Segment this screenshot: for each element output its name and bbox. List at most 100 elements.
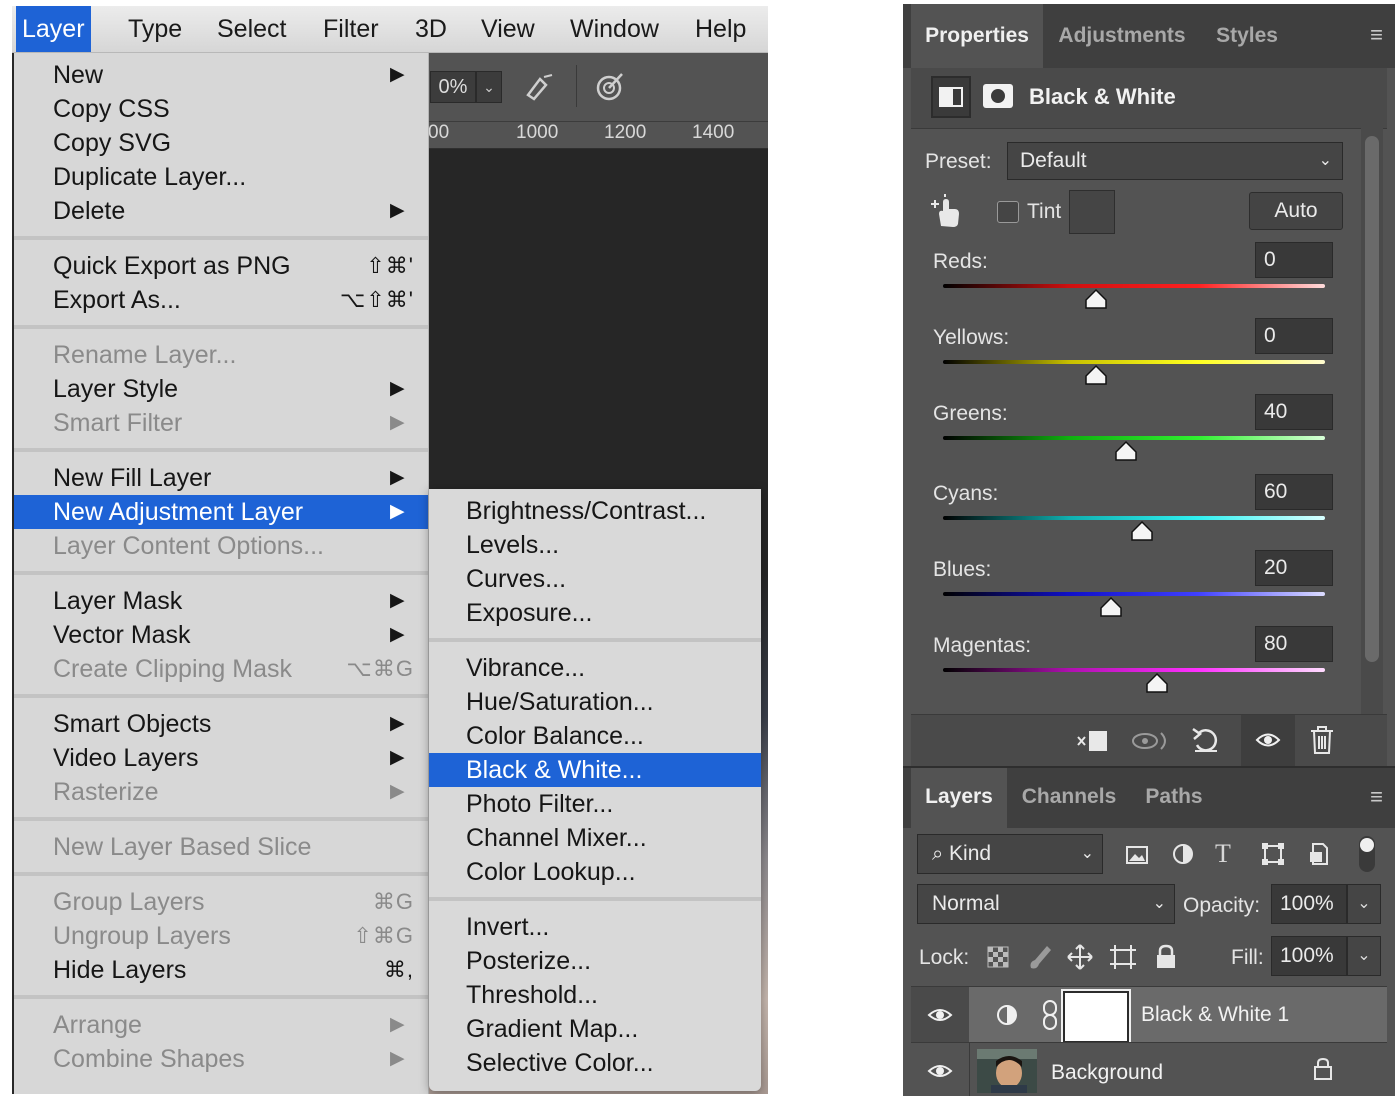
submenu-item-threshold[interactable]: Threshold... [429, 978, 761, 1012]
kind-filter-select[interactable]: ⌕ Kind ⌄ [917, 834, 1103, 874]
menu-item-quick-export-as-png[interactable]: Quick Export as PNG ⇧⌘' [14, 249, 428, 283]
tab-channels[interactable]: Channels [1009, 768, 1129, 828]
slider-track-yellows[interactable] [943, 360, 1325, 364]
clip-to-layer-icon[interactable] [1075, 727, 1111, 755]
menu-item-vector-mask[interactable]: Vector Mask ▶ [14, 618, 428, 652]
tab-layers[interactable]: Layers [911, 768, 1007, 828]
filter-toggle[interactable] [1359, 836, 1375, 872]
fill-field[interactable]: 100% [1271, 936, 1347, 976]
menu-item-copy-svg[interactable]: Copy SVG [14, 126, 428, 160]
tint-checkbox[interactable] [997, 201, 1019, 223]
lock-artboard-icon[interactable] [1109, 944, 1137, 970]
menu-item-delete[interactable]: Delete ▶ [14, 194, 428, 228]
targeted-adjustment-hand-icon[interactable] [931, 194, 965, 230]
menubar-window[interactable]: Window [564, 6, 665, 52]
submenu-item-vibrance[interactable]: Vibrance... [429, 651, 761, 685]
menu-item-smart-objects[interactable]: Smart Objects ▶ [14, 707, 428, 741]
slider-value-reds[interactable]: 0 [1255, 242, 1333, 278]
airbrush-icon[interactable] [522, 71, 556, 101]
slider-thumb-cyans[interactable] [1130, 520, 1154, 542]
menubar-3d[interactable]: 3D [409, 6, 453, 52]
slider-value-yellows[interactable]: 0 [1255, 318, 1333, 354]
submenu-item-gradient-map[interactable]: Gradient Map... [429, 1012, 761, 1046]
menu-item-video-layers[interactable]: Video Layers ▶ [14, 741, 428, 775]
submenu-item-curves[interactable]: Curves... [429, 562, 761, 596]
slider-value-magentas[interactable]: 80 [1255, 626, 1333, 662]
layer-name[interactable]: Black & White 1 [1141, 1003, 1289, 1027]
reset-icon[interactable] [1191, 725, 1221, 755]
opacity-dropdown-icon[interactable]: ⌄ [1347, 884, 1381, 924]
view-previous-state-icon[interactable] [1131, 727, 1171, 755]
panel-menu-icon[interactable]: ≡ [1370, 22, 1383, 48]
preset-select[interactable]: Default ⌄ [1007, 142, 1343, 180]
menubar-filter[interactable]: Filter [317, 6, 385, 52]
zoom-dropdown-icon[interactable]: ⌄ [476, 71, 502, 103]
layer-name[interactable]: Background [1051, 1061, 1163, 1085]
pressure-icon[interactable] [594, 69, 628, 103]
properties-scrollbar[interactable] [1361, 128, 1383, 716]
slider-thumb-greens[interactable] [1114, 440, 1138, 462]
blend-mode-select[interactable]: Normal ⌄ [917, 884, 1175, 924]
submenu-item-black-white[interactable]: Black & White... [429, 753, 761, 787]
submenu-item-color-balance[interactable]: Color Balance... [429, 719, 761, 753]
lock-image-pixels-icon[interactable] [1027, 944, 1053, 970]
menu-item-new[interactable]: New ▶ [14, 58, 428, 92]
menu-item-hide-layers[interactable]: Hide Layers ⌘, [14, 953, 428, 987]
shape-layer-filter-icon[interactable] [1261, 842, 1285, 866]
submenu-item-hue-saturation[interactable]: Hue/Saturation... [429, 685, 761, 719]
layers-panel-menu-icon[interactable]: ≡ [1370, 784, 1383, 810]
tab-styles[interactable]: Styles [1201, 4, 1293, 68]
submenu-item-invert[interactable]: Invert... [429, 910, 761, 944]
menu-item-copy-css[interactable]: Copy CSS [14, 92, 428, 126]
menu-item-layer-mask[interactable]: Layer Mask ▶ [14, 584, 428, 618]
submenu-item-levels[interactable]: Levels... [429, 528, 761, 562]
slider-track-magentas[interactable] [943, 668, 1325, 672]
menubar-type[interactable]: Type [122, 6, 188, 52]
adjustment-layer-icon[interactable] [931, 76, 971, 118]
mask-icon[interactable] [983, 84, 1013, 108]
lock-transparent-pixels-icon[interactable] [987, 946, 1009, 968]
submenu-item-exposure[interactable]: Exposure... [429, 596, 761, 630]
slider-value-blues[interactable]: 20 [1255, 550, 1333, 586]
slider-thumb-yellows[interactable] [1084, 364, 1108, 386]
menubar-select[interactable]: Select [211, 6, 292, 52]
background-thumbnail[interactable] [977, 1049, 1037, 1093]
link-icon[interactable] [1041, 999, 1059, 1031]
smart-object-filter-icon[interactable] [1307, 842, 1331, 866]
slider-track-reds[interactable] [943, 284, 1325, 288]
zoom-field[interactable]: 0% [430, 71, 476, 103]
submenu-item-posterize[interactable]: Posterize... [429, 944, 761, 978]
submenu-item-brightness-contrast[interactable]: Brightness/Contrast... [429, 494, 761, 528]
slider-thumb-blues[interactable] [1099, 596, 1123, 618]
auto-button[interactable]: Auto [1249, 192, 1343, 230]
lock-all-icon[interactable] [1155, 944, 1177, 970]
menu-item-new-fill-layer[interactable]: New Fill Layer ▶ [14, 461, 428, 495]
scrollbar-thumb[interactable] [1365, 136, 1379, 662]
adjustment-layer-filter-icon[interactable] [1171, 842, 1195, 866]
layer-row-black-white[interactable]: Black & White 1 [911, 986, 1387, 1043]
trash-icon[interactable] [1309, 725, 1335, 755]
tint-color-swatch[interactable] [1069, 190, 1115, 234]
tab-properties[interactable]: Properties [911, 4, 1043, 68]
menubar-help[interactable]: Help [689, 6, 752, 52]
opacity-field[interactable]: 100% [1271, 884, 1347, 924]
slider-track-blues[interactable] [943, 592, 1325, 596]
slider-value-cyans[interactable]: 60 [1255, 474, 1333, 510]
menu-item-duplicate-layer[interactable]: Duplicate Layer... [14, 160, 428, 194]
tab-adjustments[interactable]: Adjustments [1045, 4, 1199, 68]
menu-item-new-adjustment-layer[interactable]: New Adjustment Layer ▶ [14, 495, 428, 529]
fill-dropdown-icon[interactable]: ⌄ [1347, 936, 1381, 976]
eye-icon[interactable] [927, 1005, 953, 1025]
visibility-toggle[interactable] [1241, 715, 1295, 767]
menubar-view[interactable]: View [475, 6, 541, 52]
submenu-item-photo-filter[interactable]: Photo Filter... [429, 787, 761, 821]
submenu-item-color-lookup[interactable]: Color Lookup... [429, 855, 761, 889]
tab-paths[interactable]: Paths [1131, 768, 1217, 828]
slider-thumb-magentas[interactable] [1145, 672, 1169, 694]
layer-mask-thumbnail[interactable] [1063, 991, 1129, 1043]
slider-value-greens[interactable]: 40 [1255, 394, 1333, 430]
lock-position-icon[interactable] [1067, 944, 1093, 970]
menubar-layer[interactable]: Layer [16, 6, 91, 52]
eye-icon[interactable] [927, 1061, 953, 1081]
submenu-item-channel-mixer[interactable]: Channel Mixer... [429, 821, 761, 855]
